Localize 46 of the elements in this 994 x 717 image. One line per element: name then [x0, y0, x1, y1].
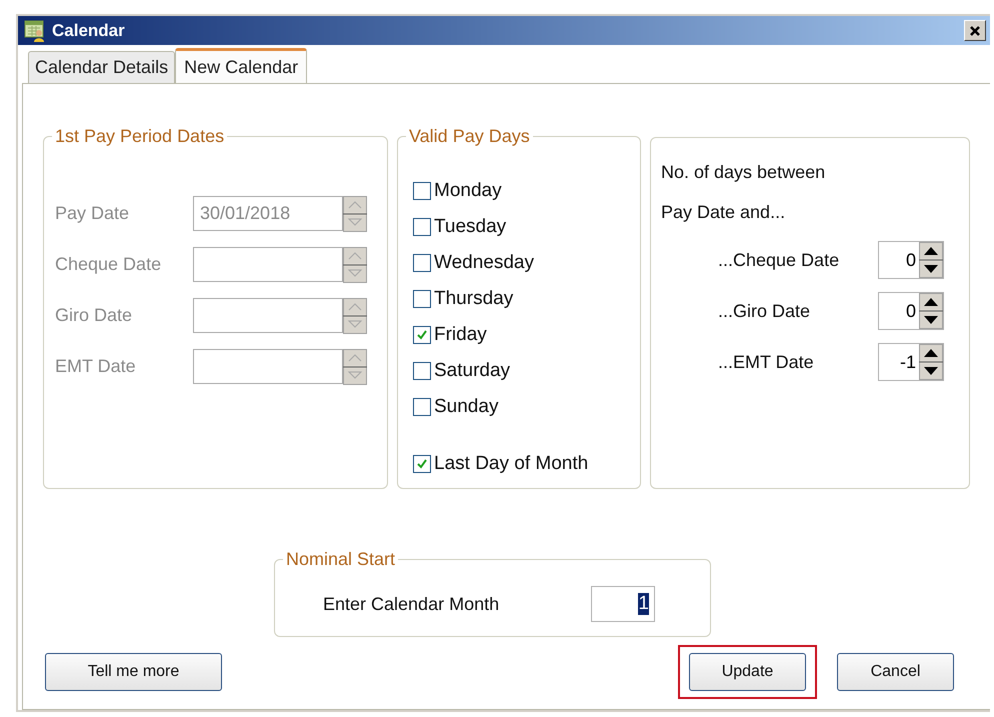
- checkbox[interactable]: [413, 290, 431, 308]
- date-field[interactable]: [193, 298, 343, 333]
- field-label: EMT Date: [55, 356, 137, 377]
- button[interactable]: Tell me more: [45, 653, 222, 691]
- check-icon: [416, 458, 428, 470]
- field-label: ...EMT Date: [718, 352, 814, 372]
- checkbox-label: Last Day of Month: [434, 453, 588, 475]
- field-label: Giro Date: [55, 305, 134, 326]
- checkbox-label: Saturday: [434, 360, 510, 382]
- group-title: 1st Pay Period Dates: [54, 126, 226, 147]
- close-icon: [969, 24, 981, 36]
- button[interactable]: Update: [689, 653, 806, 691]
- checkbox[interactable]: [413, 326, 431, 344]
- group-title: Valid Pay Days: [408, 126, 531, 147]
- tab[interactable]: New Calendar: [175, 48, 308, 83]
- checkbox[interactable]: [413, 398, 431, 416]
- field-label: Enter Calendar Month: [323, 594, 500, 614]
- checkbox-label: Friday: [434, 324, 487, 346]
- field-label: Cheque Date: [55, 254, 162, 275]
- description-text: No. of days between: [661, 162, 826, 183]
- close-button[interactable]: [964, 20, 986, 41]
- field-label: ...Giro Date: [718, 300, 810, 322]
- checkbox[interactable]: [413, 218, 431, 236]
- checkbox[interactable]: [413, 182, 431, 200]
- field-label: Pay Date: [55, 203, 130, 224]
- field-label: ...Cheque Date: [718, 250, 840, 270]
- field-value: 30/01/2018: [200, 203, 290, 224]
- checkbox-label: Monday: [434, 180, 502, 202]
- checkbox-label: Thursday: [434, 288, 514, 310]
- window-title: Calendar: [52, 20, 126, 40]
- checkbox[interactable]: [413, 455, 431, 473]
- group-title: Nominal Start: [285, 549, 396, 570]
- field-value: 1: [638, 593, 649, 615]
- tab[interactable]: Calendar Details: [28, 51, 176, 83]
- date-field[interactable]: [193, 349, 343, 384]
- checkbox-label: Sunday: [434, 396, 498, 418]
- checkbox-label: Wednesday: [434, 252, 534, 274]
- date-field[interactable]: [193, 247, 343, 282]
- calendar-person-icon: [24, 20, 46, 42]
- checkbox-label: Tuesday: [434, 216, 506, 238]
- description-text: Pay Date and...: [661, 202, 786, 223]
- checkbox[interactable]: [413, 254, 431, 272]
- checkbox[interactable]: [413, 362, 431, 380]
- check-icon: [416, 329, 428, 341]
- button[interactable]: Cancel: [837, 653, 954, 691]
- month-input-field[interactable]: 1: [591, 586, 655, 622]
